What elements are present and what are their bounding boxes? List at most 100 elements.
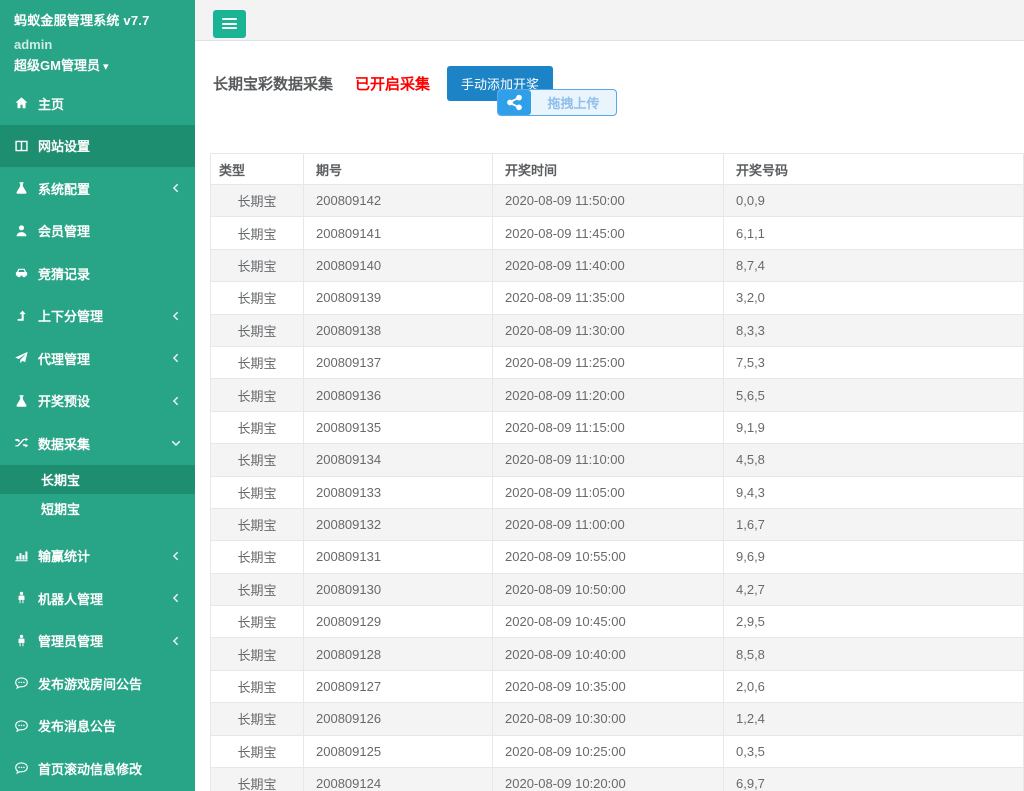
sidebar-item-agent-management[interactable]: 代理管理 bbox=[0, 337, 195, 380]
cell-type: 长期宝 bbox=[211, 735, 304, 767]
column-header-time: 开奖时间 bbox=[493, 154, 724, 185]
chevron-left-icon bbox=[171, 551, 181, 561]
cell-numbers: 8,5,8 bbox=[724, 638, 1024, 670]
sidebar-item-label: 代理管理 bbox=[38, 349, 90, 368]
table-row: 长期宝2008091312020-08-09 10:55:009,6,9 bbox=[211, 541, 1024, 573]
cell-issue: 200809129 bbox=[304, 606, 493, 638]
home-icon bbox=[14, 96, 38, 110]
cell-time: 2020-08-09 11:00:00 bbox=[493, 508, 724, 540]
caret-down-icon: ▾ bbox=[103, 61, 109, 73]
sidebar-item-label: 发布游戏房间公告 bbox=[38, 674, 142, 693]
cell-type: 长期宝 bbox=[211, 411, 304, 443]
table-row: 长期宝2008091262020-08-09 10:30:001,2,4 bbox=[211, 703, 1024, 735]
sidebar-item-admin-management[interactable]: 管理员管理 bbox=[0, 620, 195, 663]
sidebar-item-label: 输赢统计 bbox=[38, 546, 90, 565]
window-columns-icon bbox=[14, 139, 38, 153]
sidebar-item-game-room-notice[interactable]: 发布游戏房间公告 bbox=[0, 662, 195, 705]
share-nodes-icon bbox=[498, 90, 531, 115]
cell-type: 长期宝 bbox=[211, 541, 304, 573]
table-row: 长期宝2008091372020-08-09 11:25:007,5,3 bbox=[211, 346, 1024, 378]
column-header-numbers: 开奖号码 bbox=[724, 154, 1024, 185]
cell-time: 2020-08-09 10:35:00 bbox=[493, 670, 724, 702]
table-row: 长期宝2008091392020-08-09 11:35:003,2,0 bbox=[211, 282, 1024, 314]
table-row: 长期宝2008091242020-08-09 10:20:006,9,7 bbox=[211, 768, 1024, 791]
cell-issue: 200809126 bbox=[304, 703, 493, 735]
sidebar-item-points-management[interactable]: 上下分管理 bbox=[0, 295, 195, 338]
hamburger-icon bbox=[222, 18, 237, 29]
role-dropdown[interactable]: 超级GM管理员▾ bbox=[14, 55, 181, 74]
chevron-left-icon bbox=[171, 353, 181, 363]
cell-issue: 200809131 bbox=[304, 541, 493, 573]
sidebar-item-label: 网站设置 bbox=[38, 136, 90, 155]
cell-numbers: 2,0,6 bbox=[724, 670, 1024, 702]
sidebar-item-homepage-ticker[interactable]: 首页滚动信息修改 bbox=[0, 747, 195, 790]
sidebar-toggle-button[interactable] bbox=[213, 10, 246, 38]
table-row: 长期宝2008091422020-08-09 11:50:000,0,9 bbox=[211, 185, 1024, 217]
cell-type: 长期宝 bbox=[211, 768, 304, 791]
role-label: 超级GM管理员 bbox=[14, 58, 100, 73]
table-row: 长期宝2008091252020-08-09 10:25:000,3,5 bbox=[211, 735, 1024, 767]
cell-type: 长期宝 bbox=[211, 638, 304, 670]
cell-numbers: 4,5,8 bbox=[724, 444, 1024, 476]
chevron-left-icon bbox=[171, 311, 181, 321]
cell-issue: 200809136 bbox=[304, 379, 493, 411]
table-row: 长期宝2008091402020-08-09 11:40:008,7,4 bbox=[211, 249, 1024, 281]
sidebar-item-winloss-stats[interactable]: 输赢统计 bbox=[0, 535, 195, 578]
cell-type: 长期宝 bbox=[211, 703, 304, 735]
cell-issue: 200809124 bbox=[304, 768, 493, 791]
cell-type: 长期宝 bbox=[211, 573, 304, 605]
cell-issue: 200809127 bbox=[304, 670, 493, 702]
chevron-left-icon bbox=[171, 183, 181, 193]
chevron-left-icon bbox=[171, 636, 181, 646]
sidebar-item-site-settings[interactable]: 网站设置 bbox=[0, 125, 195, 168]
table-row: 长期宝2008091382020-08-09 11:30:008,3,3 bbox=[211, 314, 1024, 346]
sidebar-item-label: 竞猜记录 bbox=[38, 264, 90, 283]
cell-numbers: 6,1,1 bbox=[724, 217, 1024, 249]
cell-time: 2020-08-09 11:15:00 bbox=[493, 411, 724, 443]
sidebar-item-system-config[interactable]: 系统配置 bbox=[0, 167, 195, 210]
topbar bbox=[195, 0, 1024, 41]
sidebar-item-bet-records[interactable]: 竞猜记录 bbox=[0, 252, 195, 295]
table-header-row: 类型期号开奖时间开奖号码 bbox=[211, 154, 1024, 185]
sidebar: 蚂蚁金服管理系统 v7.7 admin 超级GM管理员▾ 主页网站设置系统配置会… bbox=[0, 0, 195, 791]
comment-icon bbox=[14, 676, 38, 690]
table-row: 长期宝2008091292020-08-09 10:45:002,9,5 bbox=[211, 606, 1024, 638]
cell-type: 长期宝 bbox=[211, 379, 304, 411]
table-row: 长期宝2008091272020-08-09 10:35:002,0,6 bbox=[211, 670, 1024, 702]
cell-type: 长期宝 bbox=[211, 249, 304, 281]
sidebar-item-data-collection[interactable]: 数据采集 bbox=[0, 422, 195, 465]
cell-issue: 200809125 bbox=[304, 735, 493, 767]
main-area: 长期宝彩数据采集 已开启采集 手动添加开奖 拖拽上传 类型期号开奖时间开奖号码 … bbox=[195, 0, 1024, 791]
table-row: 长期宝2008091332020-08-09 11:05:009,4,3 bbox=[211, 476, 1024, 508]
cell-numbers: 5,6,5 bbox=[724, 379, 1024, 411]
sidebar-item-home[interactable]: 主页 bbox=[0, 82, 195, 125]
sidebar-item-label: 管理员管理 bbox=[38, 631, 103, 650]
sidebar-item-message-notice[interactable]: 发布消息公告 bbox=[0, 705, 195, 748]
cell-issue: 200809134 bbox=[304, 444, 493, 476]
comment-icon bbox=[14, 719, 38, 733]
cell-time: 2020-08-09 10:45:00 bbox=[493, 606, 724, 638]
sidebar-subitem-changqibao[interactable]: 长期宝 bbox=[0, 465, 195, 494]
cell-issue: 200809132 bbox=[304, 508, 493, 540]
drag-upload-button[interactable]: 拖拽上传 bbox=[497, 89, 617, 116]
sidebar-nav: 主页网站设置系统配置会员管理竞猜记录上下分管理代理管理开奖预设数据采集长期宝短期… bbox=[0, 82, 195, 790]
bar-chart-icon bbox=[14, 549, 38, 563]
cell-issue: 200809133 bbox=[304, 476, 493, 508]
cell-type: 长期宝 bbox=[211, 314, 304, 346]
cell-numbers: 6,9,7 bbox=[724, 768, 1024, 791]
cell-issue: 200809140 bbox=[304, 249, 493, 281]
cell-numbers: 1,2,4 bbox=[724, 703, 1024, 735]
cell-time: 2020-08-09 11:40:00 bbox=[493, 249, 724, 281]
shuffle-icon bbox=[14, 436, 38, 450]
level-up-icon bbox=[14, 309, 38, 323]
sidebar-item-robot-management[interactable]: 机器人管理 bbox=[0, 577, 195, 620]
table-row: 长期宝2008091342020-08-09 11:10:004,5,8 bbox=[211, 444, 1024, 476]
sidebar-item-member-management[interactable]: 会员管理 bbox=[0, 210, 195, 253]
cell-type: 长期宝 bbox=[211, 508, 304, 540]
sidebar-item-label: 系统配置 bbox=[38, 179, 90, 198]
comment-icon bbox=[14, 761, 38, 775]
sidebar-subitem-duanqibao[interactable]: 短期宝 bbox=[0, 494, 195, 523]
sidebar-item-label: 机器人管理 bbox=[38, 589, 103, 608]
sidebar-item-label: 数据采集 bbox=[38, 434, 90, 453]
sidebar-item-draw-presets[interactable]: 开奖预设 bbox=[0, 380, 195, 423]
